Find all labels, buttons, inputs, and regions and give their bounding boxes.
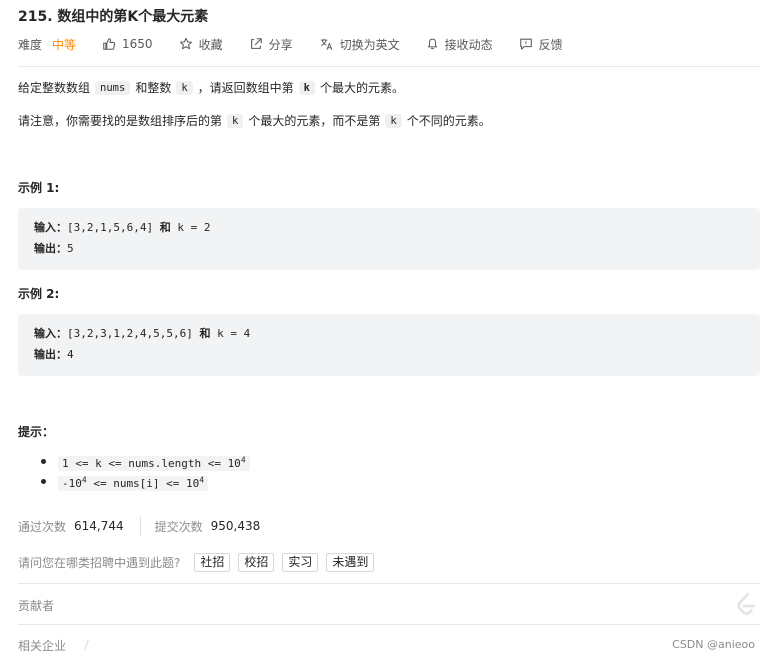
hint-bullet — [41, 479, 46, 484]
hint-bullet — [41, 459, 46, 464]
example-input-value: [3,2,1,5,6,4] — [67, 221, 154, 234]
stats-divider — [139, 516, 141, 536]
like-count: 1650 — [122, 37, 153, 51]
example-2-title: 示例 2: — [18, 287, 60, 301]
tag-social-hire[interactable]: 社招 — [194, 553, 231, 572]
section-divider — [18, 624, 760, 625]
section-divider — [18, 583, 760, 584]
example-2-box: 输入：[3,2,3,1,2,4,5,5,6] 和 k = 4 输出：4 — [18, 314, 760, 376]
difficulty-badge: 中等 — [52, 37, 77, 52]
problem-meta-bar: 难度 中等 1650 收藏 分享 切换为英文 接收动态 反馈 — [18, 34, 589, 54]
description-text: 个最大的元素，而不是第 — [248, 114, 381, 128]
and-word: 和 — [199, 327, 211, 340]
description-text: 给定整数数组 — [18, 81, 91, 95]
share-button[interactable]: 分享 — [249, 36, 293, 53]
hint-1: 1 <= k <= nums.length <= 104 — [58, 452, 250, 471]
example-1-box: 输入：[3,2,1,5,6,4] 和 k = 2 输出：5 — [18, 208, 760, 270]
notify-button[interactable]: 接收动态 — [426, 36, 493, 53]
feedback-button[interactable]: 反馈 — [519, 36, 563, 53]
description-paragraph-2: 请注意，你需要找的是数组排序后的第 k 个最大的元素，而不是第 k 个不同的元素… — [18, 112, 491, 129]
example-output-value: 5 — [67, 242, 74, 255]
example-output-value: 4 — [67, 348, 74, 361]
description-text: 请注意，你需要找的是数组排序后的第 — [18, 114, 223, 128]
description-text: 个最大的元素。 — [320, 81, 405, 95]
accepted-count: 614,744 — [74, 519, 124, 533]
hint-1-code: 1 <= k <= nums.length <= 104 — [58, 455, 250, 471]
bell-icon — [427, 38, 437, 50]
header-divider — [18, 66, 760, 67]
inline-code: k — [176, 80, 193, 95]
hint-2-exponent-2: 4 — [199, 475, 205, 485]
inline-code: nums — [95, 80, 131, 95]
submitted-label: 提交次数 — [154, 519, 203, 534]
description-text: ，请返回数组中第 — [197, 81, 294, 95]
inline-code: k — [385, 113, 402, 128]
problem-title: 215. 数组中的第K个最大元素 — [18, 9, 209, 25]
example-k-value: k = 2 — [177, 221, 211, 234]
example-input-value: [3,2,3,1,2,4,5,5,6] — [67, 327, 193, 340]
interview-question-row: 请问您在哪类招聘中遇到此题? 社招 校招 实习 未遇到 — [18, 553, 375, 572]
hints-title: 提示： — [18, 425, 55, 439]
example-1-input-line: 输入：[3,2,1,5,6,4] 和 k = 2 — [34, 219, 210, 235]
share-icon — [250, 38, 262, 49]
notify-label: 接收动态 — [444, 37, 493, 52]
example-1-title: 示例 1: — [18, 181, 60, 195]
tag-not-encountered[interactable]: 未遇到 — [326, 553, 375, 572]
interview-question: 请问您在哪类招聘中遇到此题? — [18, 556, 181, 570]
feedback-icon — [519, 38, 532, 50]
thumbs-up-icon — [103, 38, 116, 50]
feedback-label: 反馈 — [538, 37, 563, 52]
example-k-value: k = 4 — [217, 327, 251, 340]
switch-language-button[interactable]: 切换为英文 — [319, 36, 400, 53]
output-label: 输出： — [34, 348, 67, 361]
favorite-label: 收藏 — [198, 37, 223, 52]
description-text: 和整数 — [135, 81, 172, 95]
related-companies-section[interactable]: 相关企业 — [18, 637, 66, 654]
hint-2-code: -104 <= nums[i] <= 104 — [58, 475, 209, 491]
hint-1-text: 1 <= k <= nums.length <= 10 — [62, 457, 241, 470]
hint-2: -104 <= nums[i] <= 104 — [58, 472, 209, 491]
hint-1-exponent: 4 — [240, 455, 246, 465]
leetcode-logo-icon — [737, 592, 756, 615]
submitted-count: 950,438 — [210, 519, 261, 533]
example-1-output-line: 输出：5 — [34, 240, 74, 256]
translate-icon — [320, 38, 332, 50]
example-2-input-line: 输入：[3,2,3,1,2,4,5,5,6] 和 k = 4 — [34, 325, 250, 341]
input-label: 输入： — [34, 327, 67, 340]
submission-stats: 通过次数 614,744 提交次数 950,438 — [18, 516, 260, 536]
like-button[interactable]: 1650 — [102, 37, 153, 51]
lock-divider — [84, 640, 89, 650]
and-word: 和 — [159, 221, 171, 234]
hint-2-text: <= nums[i] <= 10 — [86, 477, 200, 490]
input-label: 输入： — [34, 221, 67, 234]
example-2-output-line: 输出：4 — [34, 346, 74, 362]
csdn-watermark: CSDN @anieoo — [672, 638, 755, 651]
contributors-section[interactable]: 贡献者 — [18, 597, 54, 614]
tag-internship[interactable]: 实习 — [282, 553, 319, 572]
hint-2-lower: -10 — [62, 477, 82, 490]
difficulty-label: 难度 — [18, 37, 43, 52]
inline-code: k — [298, 80, 315, 95]
star-icon — [179, 37, 192, 50]
tag-campus-hire[interactable]: 校招 — [238, 553, 275, 572]
accepted-label: 通过次数 — [18, 519, 67, 534]
share-label: 分享 — [268, 37, 293, 52]
switch-language-label: 切换为英文 — [339, 37, 400, 52]
description-text: 个不同的元素。 — [406, 114, 491, 128]
inline-code: k — [227, 113, 244, 128]
output-label: 输出： — [34, 242, 67, 255]
favorite-button[interactable]: 收藏 — [179, 36, 223, 53]
description-paragraph-1: 给定整数数组 nums 和整数 k ，请返回数组中第 k 个最大的元素。 — [18, 79, 404, 96]
